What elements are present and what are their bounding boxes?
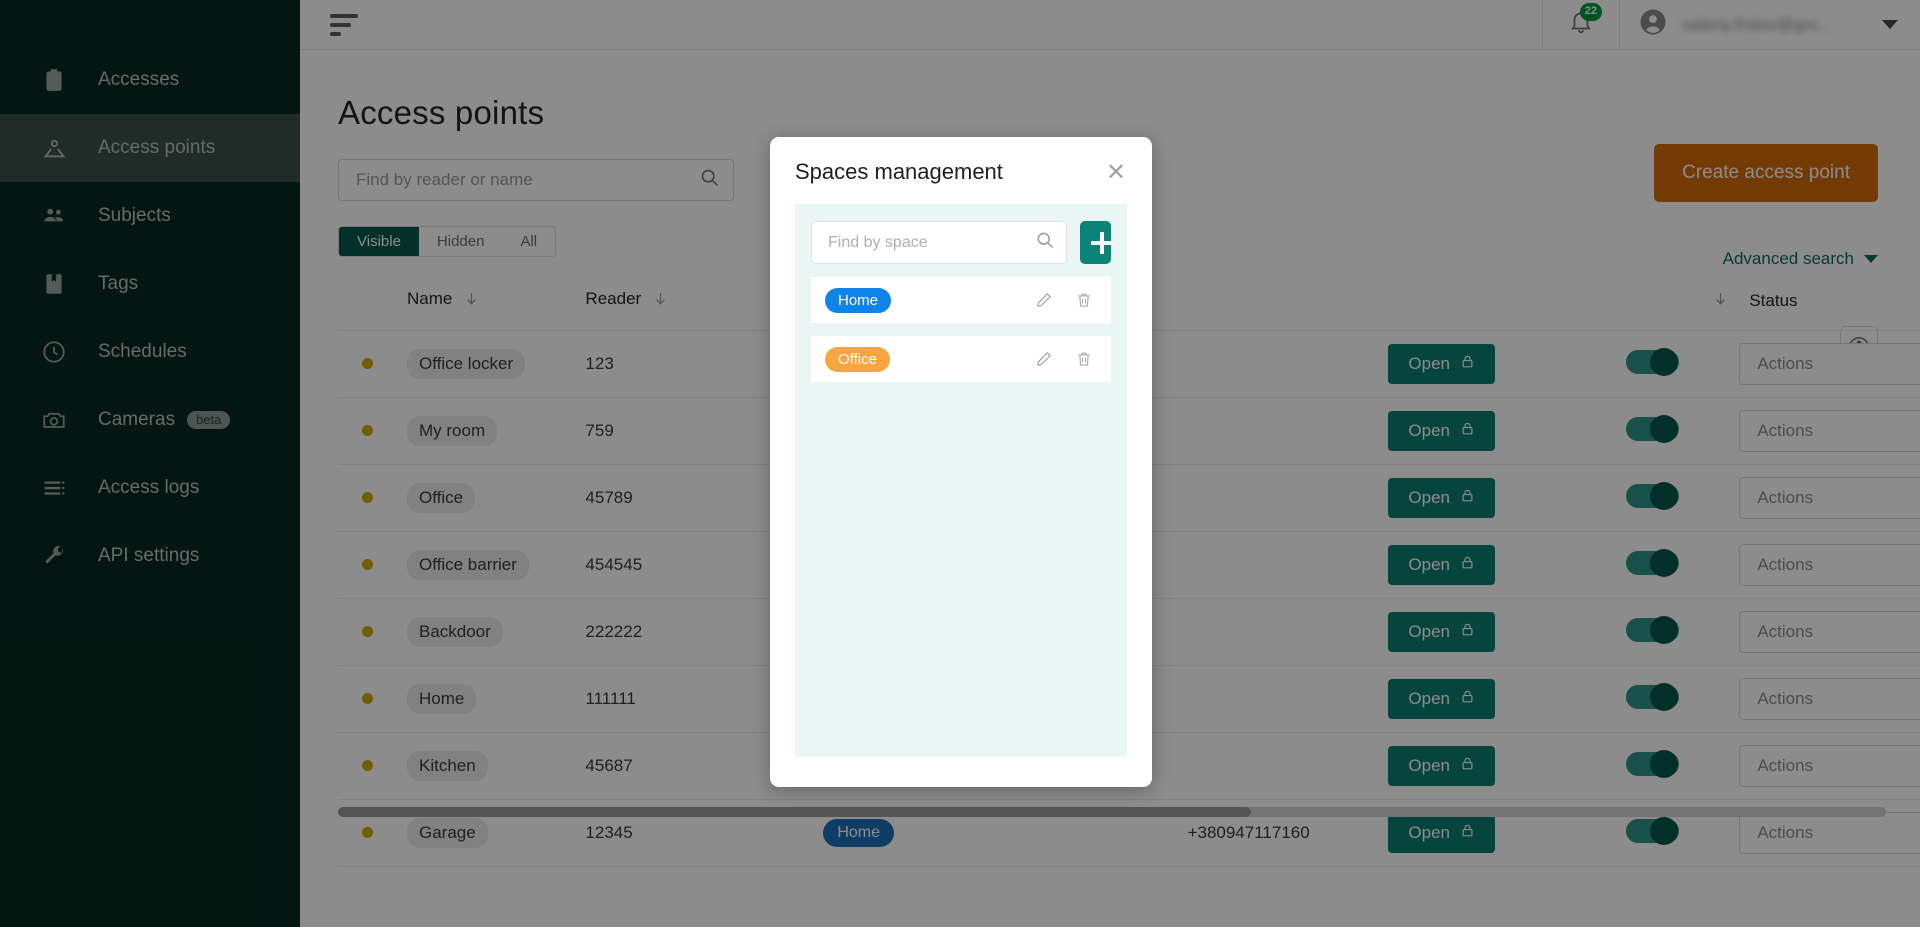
- pencil-icon[interactable]: [1035, 291, 1053, 309]
- trash-icon[interactable]: [1075, 291, 1093, 309]
- space-chip: Office: [825, 346, 890, 372]
- space-search-input[interactable]: [828, 233, 1035, 252]
- space-search-row: [811, 221, 1113, 264]
- dialog-body: Home Office: [795, 204, 1127, 757]
- close-icon[interactable]: ✕: [1106, 161, 1126, 185]
- dialog-header: Spaces management ✕: [795, 159, 1127, 185]
- space-list-item[interactable]: Office: [811, 336, 1111, 382]
- space-list-item[interactable]: Home: [811, 277, 1111, 323]
- trash-icon[interactable]: [1075, 350, 1093, 368]
- spaces-management-dialog: Spaces management ✕ Home Office: [770, 137, 1152, 787]
- space-chip: Home: [825, 287, 892, 313]
- search-icon: [1035, 230, 1055, 255]
- dialog-title: Spaces management: [795, 159, 1003, 184]
- space-list: Home Office: [811, 277, 1111, 382]
- add-space-button[interactable]: [1080, 221, 1113, 264]
- app-root: Accesses Access points Subjects Tags Sch: [0, 0, 1920, 927]
- pencil-icon[interactable]: [1035, 350, 1053, 368]
- space-search-box[interactable]: [811, 221, 1067, 264]
